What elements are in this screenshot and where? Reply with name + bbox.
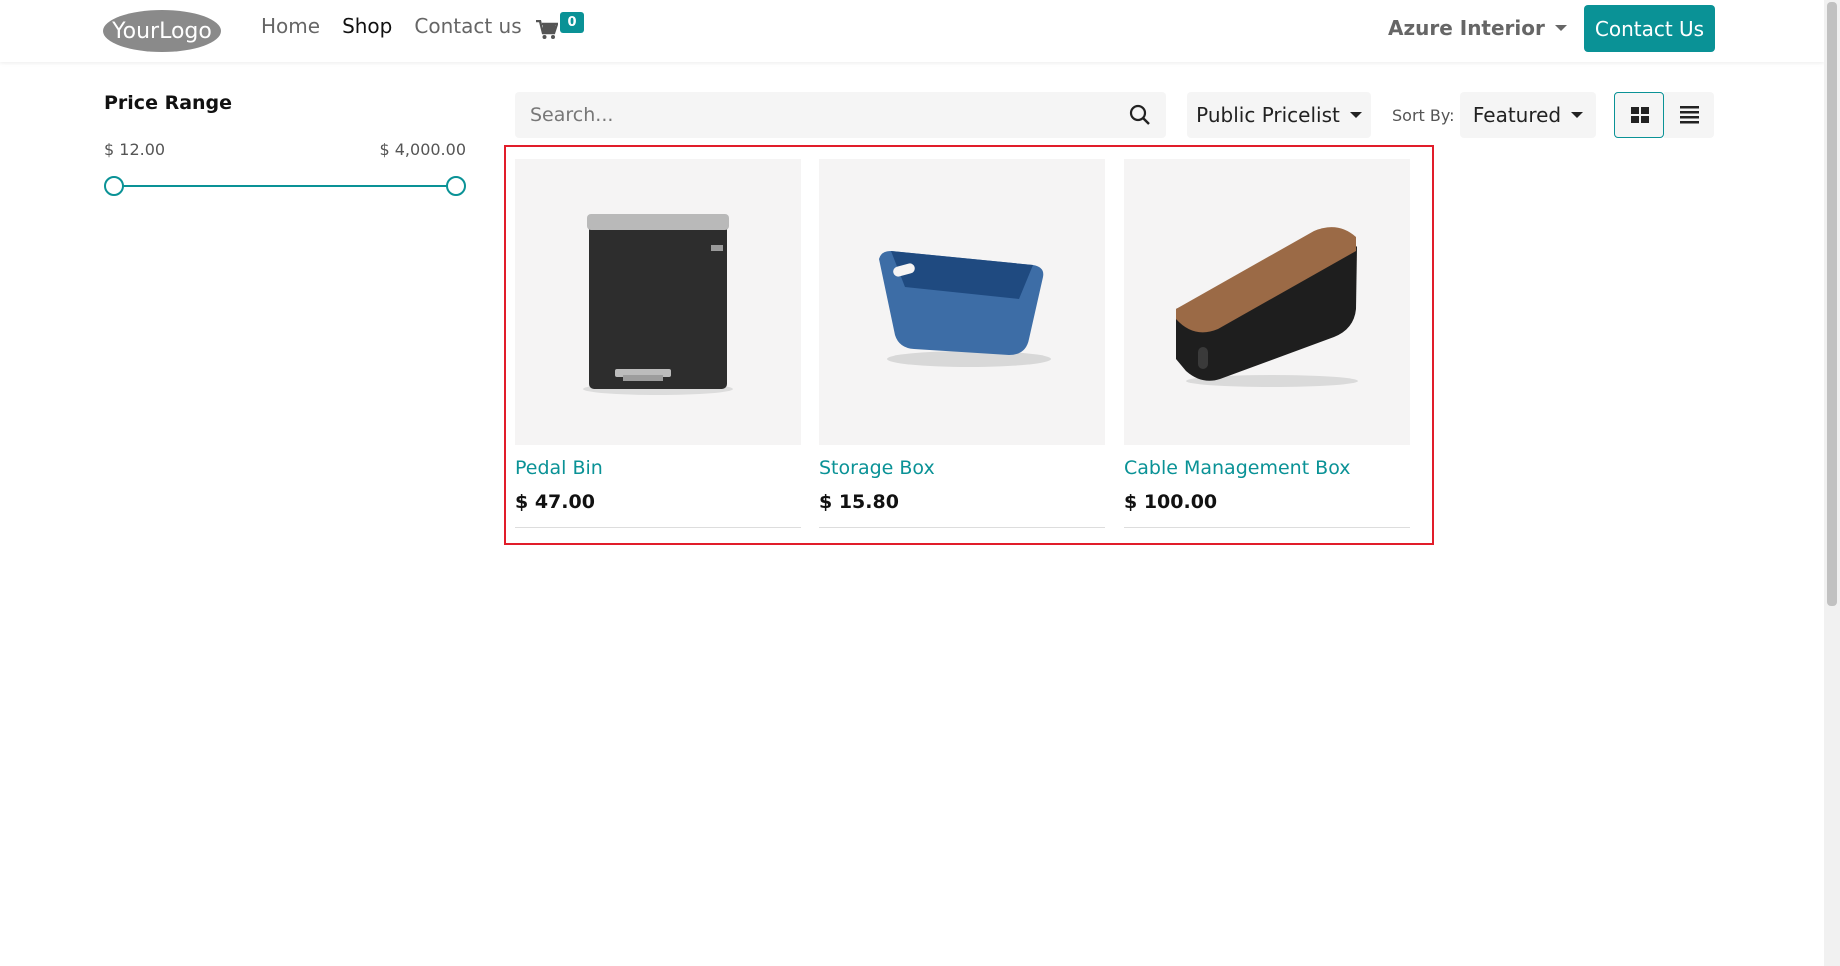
slider-min-handle[interactable] (104, 176, 124, 196)
divider (515, 527, 801, 528)
sort-dropdown[interactable]: Featured (1460, 92, 1596, 138)
list-icon (1680, 106, 1699, 124)
product-image-cable-management-box[interactable] (1124, 159, 1410, 445)
product-name[interactable]: Pedal Bin (515, 457, 801, 479)
price-max-label: $ 4,000.00 (379, 140, 466, 159)
product-price: $ 100.00 (1124, 491, 1218, 513)
product-name[interactable]: Cable Management Box (1124, 457, 1410, 479)
company-dropdown[interactable]: Azure Interior (1388, 16, 1567, 40)
sort-by-label: Sort By: (1392, 106, 1455, 125)
nav-contact-us[interactable]: Contact us (414, 14, 521, 38)
product-card[interactable]: Cable Management Box $ 100.00 (1124, 159, 1410, 528)
site-logo[interactable]: YourLogo (102, 5, 222, 53)
page-scrollbar[interactable] (1824, 0, 1840, 966)
cart-count-badge: 0 (560, 12, 584, 33)
grid-view-button[interactable] (1614, 92, 1664, 138)
product-image-storage-box[interactable] (819, 159, 1105, 445)
grid-icon (1631, 107, 1649, 123)
chevron-down-icon (1571, 112, 1584, 118)
pricelist-value: Public Pricelist (1196, 103, 1340, 127)
list-view-button[interactable] (1664, 92, 1714, 138)
cart-button[interactable]: 0 (536, 12, 592, 46)
slider-track (114, 185, 456, 187)
sort-value: Featured (1472, 103, 1562, 127)
price-min-label: $ 12.00 (104, 140, 166, 159)
product-image-pedal-bin[interactable] (515, 159, 801, 445)
search-input[interactable] (515, 92, 1125, 138)
scrollbar-thumb[interactable] (1827, 2, 1837, 606)
main-nav: Home Shop Contact us (261, 14, 522, 38)
price-range-slider[interactable] (104, 176, 466, 196)
chevron-down-icon (1554, 25, 1567, 31)
product-card[interactable]: Pedal Bin $ 47.00 (515, 159, 801, 528)
slider-max-handle[interactable] (446, 176, 466, 196)
contact-us-button[interactable]: Contact Us (1584, 5, 1715, 52)
filter-sidebar: Price Range $ 12.00 $ 4,000.00 (104, 92, 466, 196)
nav-shop[interactable]: Shop (342, 14, 392, 38)
product-card[interactable]: Storage Box $ 15.80 (819, 159, 1105, 528)
product-name[interactable]: Storage Box (819, 457, 1105, 479)
product-price: $ 15.80 (819, 491, 899, 513)
pricelist-dropdown[interactable]: Public Pricelist (1187, 92, 1371, 138)
logo-text: YourLogo (111, 19, 212, 44)
price-range-title: Price Range (104, 92, 233, 114)
site-header: YourLogo Home Shop Contact us 0 Azure In… (0, 0, 1824, 62)
nav-home[interactable]: Home (261, 14, 320, 38)
cart-icon (536, 20, 558, 39)
search-icon[interactable] (1129, 104, 1151, 130)
product-price: $ 47.00 (515, 491, 595, 513)
divider (819, 527, 1105, 528)
divider (1124, 527, 1410, 528)
search-box (515, 92, 1166, 138)
company-name: Azure Interior (1388, 16, 1545, 40)
chevron-down-icon (1349, 112, 1362, 118)
